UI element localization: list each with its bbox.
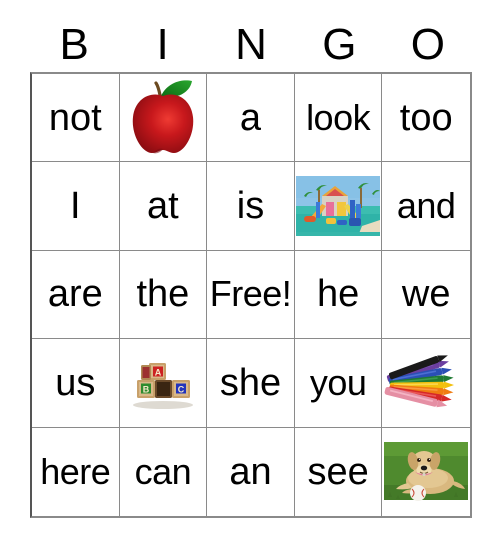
bingo-cell-text: too bbox=[399, 96, 453, 139]
bingo-cell-i4[interactable]: A B C bbox=[119, 339, 208, 428]
header-letter-g: G bbox=[322, 20, 357, 69]
bingo-cell-b5[interactable]: here bbox=[32, 427, 120, 516]
bingo-grid: not a look too I at is and are the Free!… bbox=[30, 72, 472, 518]
bingo-cell-g2[interactable] bbox=[294, 162, 383, 251]
bingo-cell-i3[interactable]: the bbox=[119, 250, 208, 340]
bingo-cell-n4[interactable]: she bbox=[207, 339, 295, 428]
bingo-cell-b3[interactable]: are bbox=[32, 250, 120, 340]
header-letter-b: B bbox=[59, 20, 89, 69]
bingo-card: B I N G O not a look too I at is and are… bbox=[0, 0, 500, 544]
bingo-cell-i1[interactable] bbox=[119, 74, 208, 163]
bingo-cell-n5[interactable]: an bbox=[207, 427, 295, 516]
bingo-cell-text: us bbox=[55, 361, 96, 404]
bingo-cell-o3[interactable]: we bbox=[382, 250, 470, 340]
svg-text:A: A bbox=[155, 367, 162, 377]
bingo-cell-text: is bbox=[236, 185, 265, 228]
puppy-photo bbox=[382, 428, 470, 516]
playground-photo bbox=[295, 162, 382, 249]
apple-icon bbox=[120, 74, 207, 161]
bingo-cell-o2[interactable]: and bbox=[382, 162, 470, 251]
bingo-cell-o4[interactable] bbox=[382, 339, 470, 428]
bingo-cell-text: can bbox=[134, 450, 192, 492]
bingo-cell-g4[interactable]: you bbox=[294, 339, 383, 428]
bingo-cell-text: look bbox=[306, 96, 371, 138]
bingo-cell-free[interactable]: Free! bbox=[207, 250, 295, 340]
bingo-cell-text: an bbox=[229, 450, 272, 493]
header-letter-i: I bbox=[156, 20, 169, 69]
bingo-cell-g3[interactable]: he bbox=[294, 250, 383, 340]
bingo-cell-text: not bbox=[48, 96, 102, 139]
bingo-cell-b2[interactable]: I bbox=[32, 162, 120, 251]
bingo-cell-text: here bbox=[40, 450, 111, 492]
bingo-cell-text: see bbox=[307, 450, 369, 493]
bingo-header: B I N G O bbox=[30, 18, 472, 72]
bingo-cell-g5[interactable]: see bbox=[294, 427, 383, 516]
abc-blocks-photo: A B C bbox=[120, 339, 207, 426]
bingo-cell-i5[interactable]: can bbox=[119, 427, 208, 516]
bingo-cell-text: he bbox=[316, 273, 360, 316]
bingo-cell-text: you bbox=[309, 361, 367, 403]
bingo-cell-b4[interactable]: us bbox=[32, 339, 120, 428]
svg-text:C: C bbox=[178, 384, 185, 394]
crayons-photo bbox=[382, 339, 470, 426]
free-space-label: Free! bbox=[209, 273, 292, 315]
header-letter-o: O bbox=[410, 20, 445, 69]
header-letter-n: N bbox=[235, 20, 267, 69]
bingo-cell-n1[interactable]: a bbox=[207, 74, 295, 163]
bingo-cell-b1[interactable]: not bbox=[32, 74, 120, 163]
bingo-cell-text: I bbox=[70, 185, 81, 228]
bingo-cell-text: and bbox=[396, 185, 456, 227]
svg-text:B: B bbox=[143, 384, 150, 394]
bingo-cell-text: we bbox=[401, 273, 451, 316]
bingo-cell-text: a bbox=[239, 96, 262, 139]
bingo-cell-text: she bbox=[219, 361, 282, 404]
bingo-cell-o5[interactable] bbox=[382, 427, 470, 516]
bingo-cell-i2[interactable]: at bbox=[119, 162, 208, 251]
bingo-cell-text: the bbox=[136, 273, 190, 316]
bingo-cell-text: are bbox=[47, 273, 103, 316]
bingo-cell-o1[interactable]: too bbox=[382, 74, 470, 163]
bingo-cell-n2[interactable]: is bbox=[207, 162, 295, 251]
bingo-cell-text: at bbox=[147, 185, 179, 228]
bingo-cell-g1[interactable]: look bbox=[294, 74, 383, 163]
